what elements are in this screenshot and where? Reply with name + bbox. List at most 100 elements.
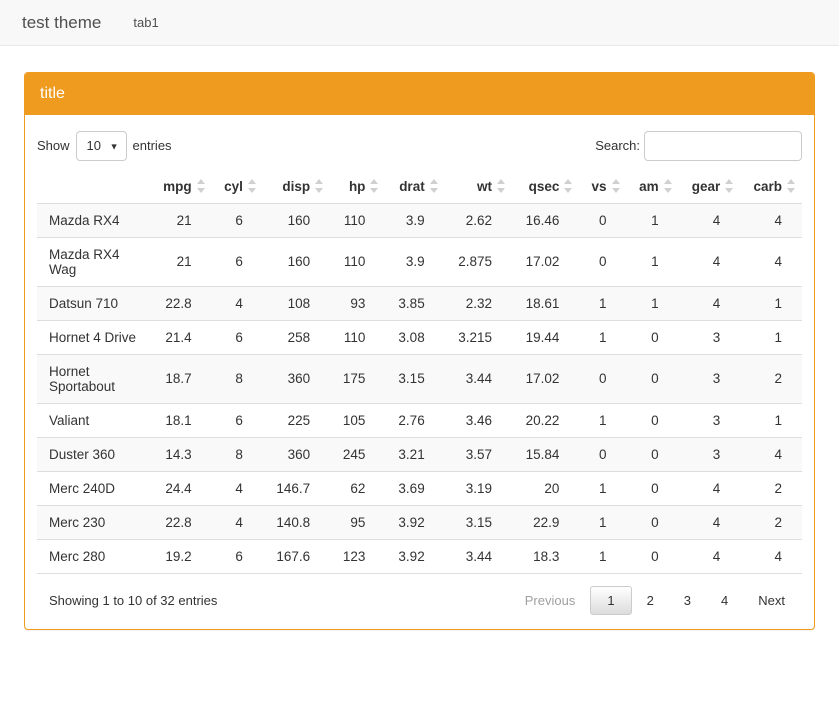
cell-wt: 2.32 — [444, 285, 513, 321]
table-row: Duster 360 14.3 8 360 245 3.21 3.57 15.84 0 0 3 4 — [37, 436, 802, 472]
cell-carb: 1 — [740, 319, 802, 355]
cell-hp: 245 — [330, 436, 386, 472]
table-row: Hornet Sportabout 18.7 8 360 175 3.15 3.44 17.0… — [37, 353, 802, 404]
cell-vs: 1 — [579, 319, 627, 355]
cell-carb: 2 — [740, 470, 802, 506]
cell-qsec: 16.46 — [512, 202, 580, 238]
cell-disp: 167.6 — [262, 538, 331, 573]
cell-disp: 360 — [262, 436, 331, 472]
sort-arrows-icon — [315, 178, 324, 193]
pagination-previous[interactable]: Previous — [510, 586, 591, 615]
cell-mpg: 22.8 — [150, 285, 212, 321]
cell-am: 0 — [626, 504, 679, 540]
navbar-brand[interactable]: test theme — [22, 14, 119, 31]
cell-cyl: 6 — [211, 236, 263, 287]
cell-mpg: 18.7 — [150, 353, 212, 404]
datatable-controls: Show 10 ▼ entries Search: — [37, 127, 802, 171]
entries-select[interactable]: 10 — [75, 130, 127, 161]
cell-carb: 4 — [740, 202, 802, 238]
cell-mpg: 24.4 — [150, 470, 212, 506]
cell-mpg: 18.1 — [150, 402, 212, 438]
cell-am: 0 — [626, 470, 679, 506]
nav-item-tab1[interactable]: tab1 — [119, 16, 172, 29]
column-header-carb[interactable]: carb — [740, 170, 802, 204]
sort-arrows-icon — [663, 178, 673, 193]
pagination: Previous 1 2 3 4 Next — [510, 585, 800, 615]
column-header-rowname[interactable] — [37, 170, 150, 204]
table-row: Valiant 18.1 6 225 105 2.76 3.46 20.22 1 0 3 1 — [37, 402, 802, 438]
column-header-drat-label: drat — [399, 178, 425, 194]
navbar-nav: tab1 — [119, 16, 172, 29]
pagination-page-2[interactable]: 2 — [632, 586, 669, 615]
cell-disp: 146.7 — [262, 470, 331, 506]
cell-cyl: 6 — [211, 202, 263, 238]
cell-carb: 1 — [740, 285, 802, 321]
column-header-disp[interactable]: disp — [262, 170, 331, 204]
cell-gear: 3 — [678, 353, 741, 404]
sort-arrows-icon — [564, 178, 573, 193]
entries-show-text: Show — [37, 138, 70, 154]
pagination-page-3[interactable]: 3 — [669, 586, 706, 615]
cell-wt: 3.57 — [444, 436, 513, 472]
cell-hp: 105 — [330, 402, 386, 438]
column-header-am[interactable]: am — [626, 170, 679, 204]
cell-qsec: 20.22 — [512, 402, 580, 438]
cell-gear: 4 — [678, 236, 741, 287]
column-header-qsec[interactable]: qsec — [512, 170, 580, 204]
table-header-row: mpg cyl disp hp drat wt qsec vs am gear … — [37, 170, 802, 204]
cell-vs: 0 — [579, 353, 627, 404]
pagination-next[interactable]: Next — [743, 586, 800, 615]
column-header-hp[interactable]: hp — [330, 170, 386, 204]
cell-vs: 1 — [579, 285, 627, 321]
table-body: Mazda RX4 21 6 160 110 3.9 2.62 16.46 0 1 4 4 Mazda … — [37, 202, 802, 573]
cell-drat: 3.08 — [385, 319, 445, 355]
column-header-disp-label: disp — [282, 178, 311, 194]
sort-arrows-icon — [429, 178, 439, 193]
cell-wt: 3.46 — [444, 402, 513, 438]
cell-hp: 95 — [330, 504, 386, 540]
cell-hp: 175 — [330, 353, 386, 404]
pagination-page-4[interactable]: 4 — [706, 586, 743, 615]
cell-hp: 123 — [330, 538, 386, 573]
cell-drat: 3.92 — [385, 504, 445, 540]
cell-gear: 3 — [678, 402, 741, 438]
cell-qsec: 18.3 — [512, 538, 580, 573]
cell-carb: 2 — [740, 504, 802, 540]
cell-rowname: Valiant — [37, 402, 150, 438]
column-header-vs[interactable]: vs — [579, 170, 627, 204]
cell-hp: 110 — [330, 319, 386, 355]
cell-wt: 3.19 — [444, 470, 513, 506]
cell-rowname: Hornet Sportabout — [37, 353, 150, 404]
sort-arrows-icon — [497, 178, 506, 193]
column-header-am-label: am — [639, 178, 659, 194]
column-header-wt[interactable]: wt — [444, 170, 513, 204]
search-label: Search: — [595, 138, 640, 154]
cell-rowname: Mazda RX4 — [37, 202, 150, 238]
cell-qsec: 22.9 — [512, 504, 580, 540]
cell-wt: 2.875 — [444, 236, 513, 287]
column-header-wt-label: wt — [477, 178, 493, 194]
column-header-gear[interactable]: gear — [678, 170, 741, 204]
cell-am: 0 — [626, 538, 679, 573]
cell-carb: 4 — [740, 436, 802, 472]
column-header-cyl[interactable]: cyl — [211, 170, 263, 204]
column-header-drat[interactable]: drat — [385, 170, 445, 204]
column-header-mpg[interactable]: mpg — [150, 170, 212, 204]
cell-cyl: 4 — [211, 285, 263, 321]
cell-drat: 3.85 — [385, 285, 445, 321]
entries-length-label: Show 10 ▼ entries — [37, 130, 172, 161]
cell-gear: 4 — [678, 538, 741, 573]
cell-cyl: 8 — [211, 436, 263, 472]
cell-carb: 1 — [740, 402, 802, 438]
cell-qsec: 20 — [512, 470, 580, 506]
cell-am: 1 — [626, 236, 679, 287]
pagination-page-1[interactable]: 1 — [590, 585, 632, 615]
panel-body: Show 10 ▼ entries Search: mpg cyl disp h… — [25, 115, 814, 629]
search-input[interactable] — [644, 130, 802, 161]
cell-qsec: 19.44 — [512, 319, 580, 355]
nav-item-tab1-link[interactable]: tab1 — [119, 16, 172, 29]
cell-drat: 3.15 — [385, 353, 445, 404]
cell-hp: 110 — [330, 236, 386, 287]
page-body: title Show 10 ▼ entries Search: mpg cyl … — [0, 46, 839, 630]
cell-vs: 1 — [579, 470, 627, 506]
